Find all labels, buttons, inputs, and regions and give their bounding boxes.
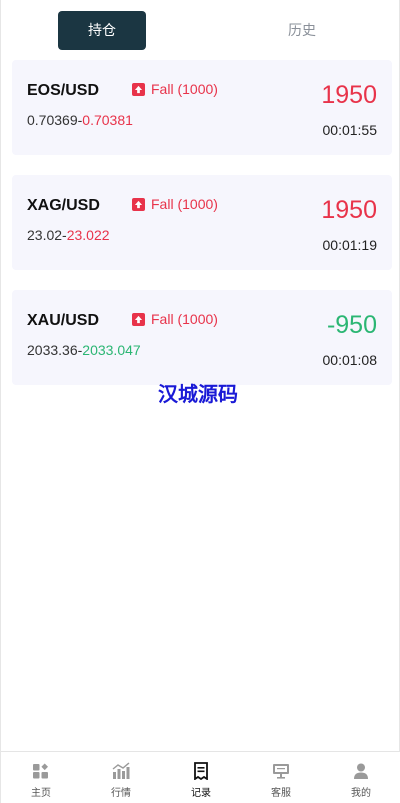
bottom-nav: 主页 行情 记录 客服 我的 — [1, 751, 400, 803]
open-price: 0.70369 — [27, 112, 78, 128]
price-range: 23.02-23.022 — [27, 227, 110, 243]
nav-label: 行情 — [111, 788, 131, 799]
position-symbol: EOS/USD — [27, 82, 100, 99]
current-price: 23.022 — [66, 227, 110, 243]
nav-label: 主页 — [31, 788, 51, 799]
open-price: 23.02 — [27, 227, 63, 243]
open-price: 2033.36 — [27, 342, 78, 358]
arrow-up-icon — [132, 82, 145, 96]
arrow-up-icon — [132, 197, 145, 211]
current-price: 0.70381 — [82, 112, 133, 128]
direction-label: Fall — [151, 81, 174, 97]
direction-label: Fall — [151, 311, 174, 327]
nav-label: 记录 — [191, 788, 211, 799]
nav-item-support[interactable]: 客服 — [241, 752, 321, 803]
nav-item-records[interactable]: 记录 — [161, 752, 241, 803]
current-price: 2033.047 — [82, 342, 141, 358]
position-symbol: XAG/USD — [27, 197, 100, 214]
chart-icon — [112, 762, 130, 780]
nav-item-home[interactable]: 主页 — [1, 752, 81, 803]
home-icon — [32, 762, 50, 780]
profit-loss: -950 — [326, 311, 377, 339]
countdown-time: 00:01:19 — [322, 237, 378, 253]
position-card[interactable]: EOS/USD Fall (1000) 0.70369-0.70381 1950… — [12, 60, 392, 155]
tab-holdings[interactable]: 持仓 — [58, 11, 146, 50]
position-direction: Fall (1000) — [132, 196, 218, 212]
tab-bar: 持仓 历史 — [1, 11, 400, 50]
position-card[interactable]: XAU/USD Fall (1000) 2033.36-2033.047 -95… — [12, 290, 392, 385]
user-icon — [352, 762, 370, 780]
nav-item-market[interactable]: 行情 — [81, 752, 161, 803]
position-card[interactable]: XAG/USD Fall (1000) 23.02-23.022 1950 00… — [12, 175, 392, 270]
position-symbol: XAU/USD — [27, 312, 100, 329]
watermark-text: 汉城源码 — [158, 384, 238, 406]
position-direction: Fall (1000) — [132, 81, 218, 97]
direction-amount: (1000) — [177, 311, 218, 327]
price-range: 0.70369-0.70381 — [27, 112, 133, 128]
profit-loss: 1950 — [321, 81, 377, 109]
direction-amount: (1000) — [177, 81, 218, 97]
tab-history[interactable]: 历史 — [258, 11, 346, 50]
price-range: 2033.36-2033.047 — [27, 342, 141, 358]
nav-label: 我的 — [351, 788, 371, 799]
nav-item-profile[interactable]: 我的 — [321, 752, 400, 803]
direction-amount: (1000) — [177, 196, 218, 212]
countdown-time: 00:01:08 — [322, 352, 378, 368]
direction-label: Fall — [151, 196, 174, 212]
position-direction: Fall (1000) — [132, 311, 218, 327]
arrow-up-icon — [132, 312, 145, 326]
nav-label: 客服 — [271, 788, 291, 799]
record-icon — [192, 762, 210, 780]
support-icon — [272, 762, 290, 780]
profit-loss: 1950 — [321, 196, 377, 224]
countdown-time: 00:01:55 — [322, 122, 378, 138]
